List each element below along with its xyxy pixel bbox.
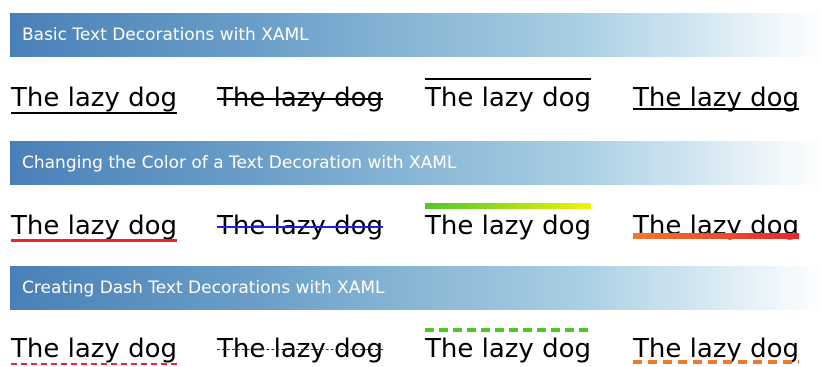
sample-baseline: The lazy dog [633,82,799,114]
sample-text: The lazy dog [11,334,177,364]
section-header-basic: Basic Text Decorations with XAML [10,13,822,57]
sample-underline: The lazy dog [11,82,177,114]
sample-text: The lazy dog [425,211,591,241]
sample-underline-red: The lazy dog [11,210,177,242]
sample-baseline-orange: The lazy dog [633,210,799,242]
sample-overline-dashed-gradient: The lazy dog [425,328,591,365]
overline-decoration-dashed [425,328,591,332]
strikethrough-decoration [217,98,383,100]
baseline-decoration [633,108,799,110]
section-header-dash: Creating Dash Text Decorations with XAML [10,266,822,310]
section-header-color: Changing the Color of a Text Decoration … [10,141,822,185]
sample-baseline-dashed-orange: The lazy dog [633,333,799,365]
overline-decoration-gradient [425,203,591,209]
sample-overline: The lazy dog [425,78,591,114]
sample-strikethrough: The lazy dog [217,82,383,114]
underline-decoration [11,112,177,114]
underline-decoration-dashed [11,363,177,365]
strikethrough-decoration-blue [217,226,383,228]
text-decoration-demo: Basic Text Decorations with XAML The laz… [0,0,822,367]
sample-text: The lazy dog [11,211,177,241]
sample-text: The lazy dog [11,83,177,113]
sample-overline-gradient: The lazy dog [425,203,591,242]
sample-strikethrough-blue: The lazy dog [217,210,383,242]
sample-strikethrough-dashed-blue: The lazy dog [217,333,383,365]
sample-underline-dashed-red: The lazy dog [11,333,177,365]
strikethrough-decoration-dashed [217,349,383,350]
baseline-decoration-dashed [633,360,799,364]
sample-text: The lazy dog [425,83,591,113]
overline-decoration [425,78,591,80]
sample-text: The lazy dog [425,334,591,364]
underline-decoration-red [11,239,177,242]
baseline-decoration-orange [633,233,799,239]
